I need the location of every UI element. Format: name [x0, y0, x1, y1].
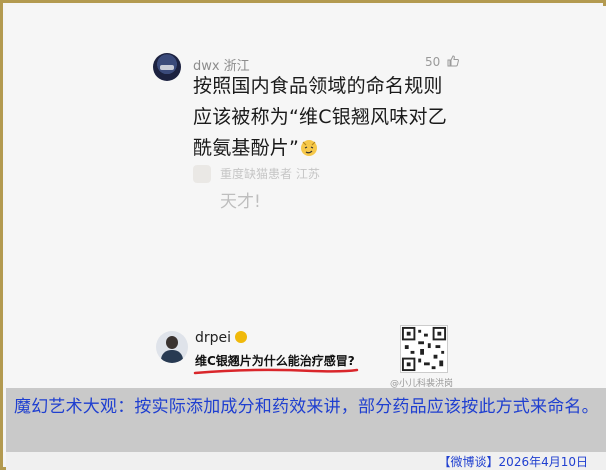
caption-band: 魔幻艺术大观：按实际添加成分和药效来讲，部分药品应该按此方式来命名。 — [6, 388, 606, 452]
thumbs-up-icon — [447, 55, 460, 67]
source-bar: 【微博谈】2026年4月10日 — [6, 452, 606, 470]
reply-header: 重度缺猫患者 江苏 — [220, 165, 320, 182]
image-frame: dwx 浙江 50 按照国内食品领域的命名规则应该被称为“维C银翘风味对乙酰氨基酚… — [0, 0, 606, 470]
emoji-icon — [301, 140, 318, 156]
like-button[interactable]: 50 — [425, 55, 460, 69]
like-count: 50 — [425, 55, 441, 69]
reply-location: 江苏 — [295, 167, 320, 181]
qr-code-icon — [400, 325, 448, 373]
watermark-avatar — [156, 331, 188, 363]
reply-text: 天才! — [220, 192, 261, 212]
caption-text: 魔幻艺术大观：按实际添加成分和药效来讲，部分药品应该按此方式来命名。 — [14, 397, 599, 417]
watermark-name-row: drpei — [195, 330, 248, 346]
user-avatar[interactable] — [153, 53, 181, 81]
comment-text: 按照国内食品领域的命名规则应该被称为“维C银翘风味对乙酰氨基酚片” — [193, 75, 447, 159]
red-underline — [193, 368, 359, 375]
reply-avatar[interactable] — [193, 165, 211, 183]
reply-username[interactable]: 重度缺猫患者 — [220, 167, 292, 181]
watermark-name: drpei — [195, 330, 232, 346]
source-label: 【微博谈】2026年4月10日 — [438, 455, 588, 469]
verified-badge-icon — [235, 331, 248, 343]
